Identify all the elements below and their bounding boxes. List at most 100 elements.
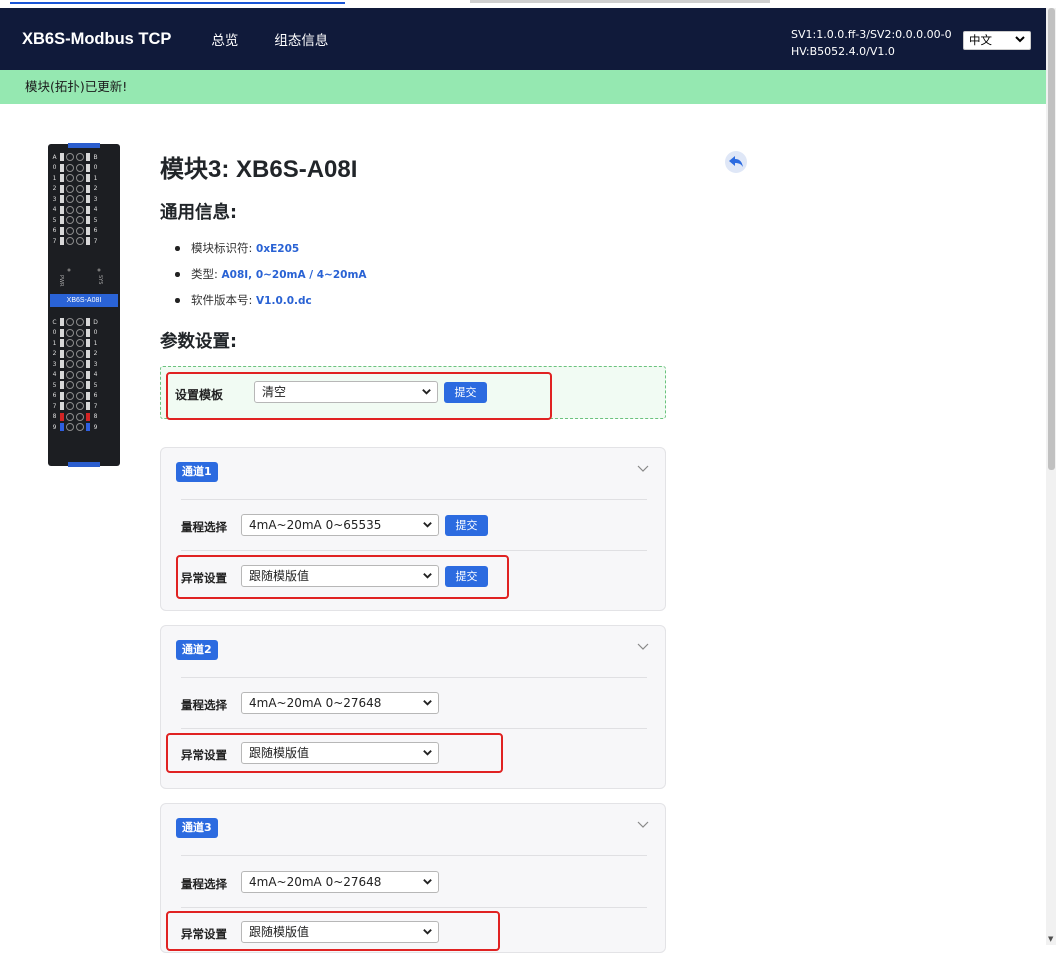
range-select-value: 4mA~20mA 0~27648 [249,875,382,889]
terminal-label: A [52,153,57,161]
terminal-led [86,328,90,337]
terminal-hole [66,370,74,379]
list-item: 模块标识符: 0xE205 [175,240,367,266]
divider [181,550,647,551]
terminal-label: 1 [93,339,98,347]
channel-badge-1[interactable]: 通道1 [176,462,218,482]
range-select[interactable]: 4mA~20mA 0~65535 [241,514,439,536]
scrollbar-thumb[interactable] [1048,8,1055,470]
terminal-label: 7 [52,402,57,410]
terminal-label: 3 [52,195,57,203]
scrollbar[interactable]: ▼ [1046,8,1056,945]
terminal-hole [76,195,84,204]
device-terminal-row: 11 [51,338,117,349]
terminal-led [60,402,64,411]
device-terminal-row: 44 [51,370,117,381]
language-value: 中文 [969,33,992,47]
nav-overview[interactable]: 总览 [211,29,238,49]
info-label-identifier: 模块标识符: [191,241,257,255]
terminal-hole [66,195,74,204]
info-value-version: V1.0.0.dc [256,295,312,307]
terminal-led [60,226,64,235]
terminal-hole [66,402,74,411]
terminal-label: 1 [52,174,57,182]
terminal-label: 4 [93,371,98,379]
terminal-hole [76,226,84,235]
range-submit-button[interactable]: 提交 [445,515,488,536]
terminal-label: 5 [52,381,57,389]
terminal-hole [76,349,84,358]
device-terminal-row: 88 [51,412,117,423]
terminal-hole [66,349,74,358]
scroll-down-icon[interactable]: ▼ [1048,935,1053,943]
chevron-down-icon[interactable] [637,462,649,474]
device-terminal-row: 11 [51,173,117,184]
device-terminal-row: 55 [51,215,117,226]
top-link-fragment[interactable] [10,0,345,4]
terminal-label: 5 [52,216,57,224]
language-select[interactable]: 中文 [963,31,1031,50]
chevron-down-icon[interactable] [637,640,649,652]
info-value-type: A08I, 0~20mA / 4~20mA [221,269,367,281]
range-label: 量程选择 [181,877,227,891]
terminal-label: 7 [93,237,98,245]
terminal-hole [76,328,84,337]
terminal-hole [66,381,74,390]
terminal-label: 2 [93,350,98,358]
device-terminal-row: 00 [51,328,117,339]
chevron-down-icon [423,700,432,706]
back-button[interactable] [725,151,747,173]
reply-arrow-icon [729,153,743,172]
highlight-box [176,555,509,599]
terminal-label: C [52,318,57,326]
terminal-led [60,391,64,400]
device-terminal-row: 22 [51,184,117,195]
top-strip [0,0,1056,8]
device-clip-bottom [68,462,100,467]
device-terminal-row: 99 [51,422,117,433]
device-terminal-row: 66 [51,226,117,237]
terminal-hole [66,423,74,432]
nav-config-info[interactable]: 组态信息 [274,29,328,49]
brand[interactable]: XB6S-Modbus TCP [22,30,171,49]
terminal-hole [76,339,84,348]
terminal-led [86,195,90,204]
terminal-hole [66,328,74,337]
terminal-hole [66,412,74,421]
terminal-led [60,381,64,390]
device-led-sys: SYS [97,275,103,285]
terminal-hole [66,339,74,348]
device-terminal-row: AB [51,152,117,163]
highlight-box [166,733,503,773]
chevron-down-icon[interactable] [637,818,649,830]
version-line-1: SV1:1.0.0.ff-3/SV2:0.0.0.00-0 [791,28,952,41]
terminal-led [60,423,64,432]
terminal-led [60,370,64,379]
terminal-led [60,195,64,204]
range-select[interactable]: 4mA~20mA 0~27648 [241,692,439,714]
terminal-hole [76,205,84,214]
terminal-led [86,381,90,390]
terminal-hole [66,153,74,162]
range-select[interactable]: 4mA~20mA 0~27648 [241,871,439,893]
terminal-label: 0 [52,164,57,172]
terminal-label: 3 [52,360,57,368]
device-terminal-row: 33 [51,194,117,205]
terminal-label: 4 [52,371,57,379]
terminal-label: B [93,153,98,161]
terminal-led [86,153,90,162]
terminal-hole [66,318,74,327]
range-label: 量程选择 [181,698,227,712]
terminal-hole [76,360,84,369]
channel-badge-2[interactable]: 通道2 [176,640,218,660]
terminal-led [86,184,90,193]
terminal-led [60,216,64,225]
terminal-led [86,391,90,400]
channel-badge-3[interactable]: 通道3 [176,818,218,838]
terminal-led [86,174,90,183]
terminal-hole [76,153,84,162]
terminal-led [60,328,64,337]
terminal-label: 0 [93,164,98,172]
divider [181,907,647,908]
terminal-label: 0 [93,329,98,337]
